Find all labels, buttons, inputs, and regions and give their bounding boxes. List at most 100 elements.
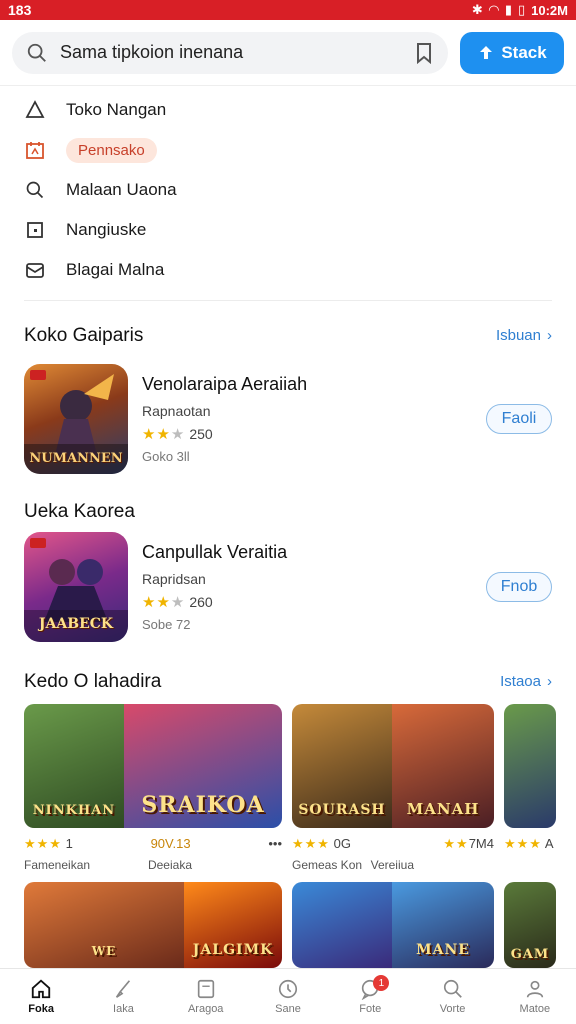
game-row-2: WE JALGIMK MANE GAM <box>24 882 576 968</box>
app-rating: ★★★ 250 <box>142 425 486 443</box>
search-icon <box>27 43 46 62</box>
rating-stars: ★★★ <box>24 836 62 851</box>
game-sub-left: Fameneikan <box>24 858 91 872</box>
app-icon-text: JAABECK <box>38 616 114 632</box>
app-row[interactable]: NUMANNEN Venolaraipa Aeraiiah Rapnaotan … <box>24 364 552 474</box>
chevron-right-icon: › <box>547 327 552 344</box>
search-box[interactable] <box>12 31 448 74</box>
game-art-text: NINKHAN <box>32 803 116 818</box>
game-art: NINKHAN <box>24 704 124 828</box>
battery-icon: ▯ <box>517 2 526 17</box>
menu-item-label: Malaan Uaona <box>66 180 177 199</box>
rating-count: 250 <box>189 426 213 442</box>
rating-stars: ★★ <box>443 836 469 851</box>
app-developer: Rapridsan <box>142 571 206 587</box>
game-art-text: MANE <box>416 942 470 958</box>
tab-sane[interactable]: Sane <box>247 969 329 1024</box>
game-image: NINKHAN SRAIKOA <box>24 704 282 828</box>
menu-item-toko[interactable]: Toko Nangan <box>0 90 576 130</box>
app-row[interactable]: JAABECK Canpullak Veraitia Rapridsan ★★★… <box>24 532 552 642</box>
game-art-text: GAM <box>510 947 550 962</box>
game-art-text: MANAH <box>406 800 480 818</box>
status-time: 10:2M <box>531 2 568 18</box>
game-art-text: SOURASH <box>298 802 386 818</box>
search-icon <box>443 979 462 998</box>
rating-stars: ★★★ <box>504 836 542 851</box>
game-card[interactable]: NINKHAN SRAIKOA ★★★ 1 90V.13 ••• Famenei… <box>24 704 282 872</box>
game-sub-right: Vereiiua <box>370 858 414 872</box>
tab-fote[interactable]: 1 Fote <box>329 969 411 1024</box>
app-info: Canpullak Veraitia Rapridsan ★★★ 260 Sob… <box>142 542 486 632</box>
status-left: 183 <box>8 2 32 18</box>
status-icons: ✱ ◠ ▮ ▯ 10:2M <box>472 2 568 18</box>
tab-matoe[interactable]: Matoe <box>494 969 576 1024</box>
bookmark-icon[interactable] <box>414 42 434 64</box>
search-input[interactable] <box>60 42 408 63</box>
menu-item-malaan[interactable]: Malaan Uaona <box>0 170 576 210</box>
search-icon <box>24 179 46 201</box>
stack-button[interactable]: Stack <box>460 31 564 74</box>
notification-badge: 1 <box>373 975 390 991</box>
game-card[interactable]: ★★★ A <box>504 704 556 872</box>
triangle-icon <box>24 99 46 121</box>
game-sub-left: Gemeas Kon <box>292 858 363 872</box>
menu-item-label: Blagai Malna <box>66 260 165 279</box>
app-icon-text: NUMANNEN <box>29 451 123 466</box>
wifi-icon: ◠ <box>488 2 499 17</box>
app-size: Sobe 72 <box>142 617 191 632</box>
menu-item-nangiuske[interactable]: Nangiuske <box>0 210 576 250</box>
game-card[interactable]: SOURASH MANAH ★★★ 0G ★★7M4 Gemeas Kon Ve… <box>292 704 494 872</box>
game-rating: ★★★ A <box>504 836 554 852</box>
mail-icon <box>24 259 46 281</box>
section-title-2: Ueka Kaorea <box>24 501 135 522</box>
rating-count: 260 <box>189 594 213 610</box>
section-link-1[interactable]: Isbuan › <box>496 327 552 344</box>
app-icon: NUMANNEN <box>24 364 128 474</box>
stack-button-label: Stack <box>501 42 547 62</box>
upload-icon <box>480 45 493 59</box>
clock-icon <box>278 979 298 999</box>
app-name: Canpullak Veraitia <box>142 542 288 562</box>
app-rating: ★★★ 260 <box>142 593 486 611</box>
tab-aragoa[interactable]: Aragoa <box>165 969 247 1024</box>
game-image: MANE <box>292 882 494 968</box>
get-button[interactable]: Faoli <box>486 404 552 434</box>
divider <box>24 300 552 301</box>
tab-label: Sane <box>275 1003 301 1015</box>
tab-iaka[interactable]: Iaka <box>82 969 164 1024</box>
game-image: WE JALGIMK <box>24 882 282 968</box>
side-menu: Toko Nangan Pennsako Malaan Uaona Nangiu… <box>0 90 576 290</box>
tab-vorte[interactable]: Vorte <box>411 969 493 1024</box>
home-icon <box>31 979 51 999</box>
game-art: SRAIKOA <box>124 704 282 828</box>
app-info: Venolaraipa Aeraiiah Rapnaotan ★★★ 250 G… <box>142 374 486 464</box>
tab-label: Foka <box>28 1003 54 1015</box>
more-icon[interactable]: ••• <box>268 836 282 852</box>
rating-value: 1 <box>65 836 73 851</box>
section-link-3[interactable]: Istaoa › <box>500 673 552 690</box>
square-icon <box>24 219 46 241</box>
game-extra: ★★7M4 <box>443 836 494 852</box>
rating-value: 0G <box>333 836 351 851</box>
game-sub-right: Deeiaka <box>147 858 192 872</box>
game-card[interactable]: MANE <box>292 882 494 968</box>
brush-icon <box>116 980 131 998</box>
app-size: Goko 3ll <box>142 449 190 464</box>
menu-item-pennsako[interactable]: Pennsako <box>0 130 576 170</box>
get-button[interactable]: Fnob <box>486 572 552 602</box>
menu-item-label: Nangiuske <box>66 220 147 239</box>
section-title-1: Koko Gaiparis <box>24 325 144 346</box>
game-art-text: WE <box>91 944 117 958</box>
menu-item-label: Pennsako <box>66 137 157 163</box>
game-card[interactable]: GAM <box>504 882 556 968</box>
tab-label: Vorte <box>439 1003 466 1015</box>
game-art: MANE <box>392 882 494 968</box>
section-link-label: Isbuan <box>495 327 541 344</box>
game-card[interactable]: WE JALGIMK <box>24 882 282 968</box>
tab-foka[interactable]: Foka <box>0 969 82 1024</box>
game-rating: ★★★ 1 <box>24 836 73 852</box>
bottom-tab-bar: Foka Iaka Aragoa Sane 1 Fote Vorte Matoe <box>0 968 576 1024</box>
menu-item-label: Toko Nangan <box>66 100 167 119</box>
menu-item-blagai[interactable]: Blagai Malna <box>0 250 576 290</box>
game-art <box>292 882 392 968</box>
